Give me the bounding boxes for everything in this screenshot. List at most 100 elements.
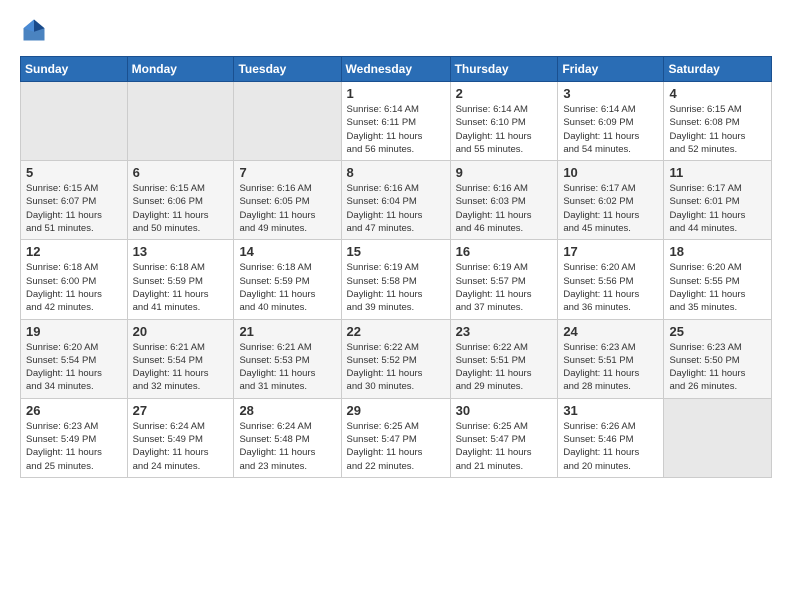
day-cell-30: 30 Sunrise: 6:25 AM Sunset: 5:47 PM Dayli… bbox=[450, 398, 558, 477]
day-number: 25 bbox=[669, 324, 766, 339]
day-cell-27: 27Sunrise: 6:24 AM Sunset: 5:49 PM Dayli… bbox=[127, 398, 234, 477]
day-number: 28 bbox=[239, 403, 335, 418]
day-number: 6 bbox=[133, 165, 229, 180]
day-info: Sunrise: 6:20 AM Sunset: 5:55 PM Dayligh… bbox=[669, 261, 766, 314]
day-number: 19 bbox=[26, 324, 122, 339]
day-number: 4 bbox=[669, 86, 766, 101]
day-cell-16: 16 Sunrise: 6:19 AM Sunset: 5:57 PM Dayli… bbox=[450, 240, 558, 319]
day-info: Sunrise: 6:25 AM Sunset: 5:47 PM Dayligh… bbox=[347, 420, 445, 473]
day-number: 16 bbox=[456, 244, 553, 259]
page: SundayMondayTuesdayWednesdayThursdayFrid… bbox=[0, 0, 792, 612]
day-info: Sunrise: 6:20 AM Sunset: 5:54 PM Dayligh… bbox=[26, 341, 122, 394]
day-number: 7 bbox=[239, 165, 335, 180]
day-info: Sunrise: 6:22 AM Sunset: 5:51 PM Dayligh… bbox=[456, 341, 553, 394]
day-cell-14: 14Sunrise: 6:18 AM Sunset: 5:59 PM Dayli… bbox=[234, 240, 341, 319]
logo-icon bbox=[20, 16, 48, 44]
day-info: Sunrise: 6:14 AM Sunset: 6:11 PM Dayligh… bbox=[347, 103, 445, 156]
weekday-header-row: SundayMondayTuesdayWednesdayThursdayFrid… bbox=[21, 57, 772, 82]
day-cell-6: 6Sunrise: 6:15 AM Sunset: 6:06 PM Daylig… bbox=[127, 161, 234, 240]
day-info: Sunrise: 6:17 AM Sunset: 6:02 PM Dayligh… bbox=[563, 182, 658, 235]
day-info: Sunrise: 6:23 AM Sunset: 5:49 PM Dayligh… bbox=[26, 420, 122, 473]
header bbox=[20, 16, 772, 44]
week-row-3: 12 Sunrise: 6:18 AM Sunset: 6:00 PM Dayli… bbox=[21, 240, 772, 319]
day-info: Sunrise: 6:25 AM Sunset: 5:47 PM Dayligh… bbox=[456, 420, 553, 473]
week-row-4: 19 Sunrise: 6:20 AM Sunset: 5:54 PM Dayli… bbox=[21, 319, 772, 398]
day-number: 8 bbox=[347, 165, 445, 180]
day-number: 17 bbox=[563, 244, 658, 259]
day-info: Sunrise: 6:16 AM Sunset: 6:03 PM Dayligh… bbox=[456, 182, 553, 235]
day-cell-9: 9Sunrise: 6:16 AM Sunset: 6:03 PM Daylig… bbox=[450, 161, 558, 240]
day-cell-18: 18 Sunrise: 6:20 AM Sunset: 5:55 PM Dayli… bbox=[664, 240, 772, 319]
empty-cell bbox=[664, 398, 772, 477]
week-row-2: 5Sunrise: 6:15 AM Sunset: 6:07 PM Daylig… bbox=[21, 161, 772, 240]
day-info: Sunrise: 6:17 AM Sunset: 6:01 PM Dayligh… bbox=[669, 182, 766, 235]
day-cell-8: 8Sunrise: 6:16 AM Sunset: 6:04 PM Daylig… bbox=[341, 161, 450, 240]
day-number: 10 bbox=[563, 165, 658, 180]
day-number: 11 bbox=[669, 165, 766, 180]
day-cell-7: 7 Sunrise: 6:16 AM Sunset: 6:05 PM Daylig… bbox=[234, 161, 341, 240]
week-row-5: 26 Sunrise: 6:23 AM Sunset: 5:49 PM Dayli… bbox=[21, 398, 772, 477]
weekday-header-sunday: Sunday bbox=[21, 57, 128, 82]
day-cell-23: 23 Sunrise: 6:22 AM Sunset: 5:51 PM Dayli… bbox=[450, 319, 558, 398]
day-info: Sunrise: 6:22 AM Sunset: 5:52 PM Dayligh… bbox=[347, 341, 445, 394]
calendar: SundayMondayTuesdayWednesdayThursdayFrid… bbox=[20, 56, 772, 478]
day-number: 18 bbox=[669, 244, 766, 259]
day-number: 2 bbox=[456, 86, 553, 101]
day-cell-26: 26 Sunrise: 6:23 AM Sunset: 5:49 PM Dayli… bbox=[21, 398, 128, 477]
day-info: Sunrise: 6:23 AM Sunset: 5:50 PM Dayligh… bbox=[669, 341, 766, 394]
day-number: 30 bbox=[456, 403, 553, 418]
day-info: Sunrise: 6:24 AM Sunset: 5:49 PM Dayligh… bbox=[133, 420, 229, 473]
day-cell-4: 4 Sunrise: 6:15 AM Sunset: 6:08 PM Daylig… bbox=[664, 82, 772, 161]
day-number: 21 bbox=[239, 324, 335, 339]
day-number: 24 bbox=[563, 324, 658, 339]
day-cell-21: 21 Sunrise: 6:21 AM Sunset: 5:53 PM Dayli… bbox=[234, 319, 341, 398]
day-number: 23 bbox=[456, 324, 553, 339]
day-number: 22 bbox=[347, 324, 445, 339]
weekday-header-thursday: Thursday bbox=[450, 57, 558, 82]
day-info: Sunrise: 6:14 AM Sunset: 6:09 PM Dayligh… bbox=[563, 103, 658, 156]
weekday-header-tuesday: Tuesday bbox=[234, 57, 341, 82]
day-number: 13 bbox=[133, 244, 229, 259]
day-info: Sunrise: 6:21 AM Sunset: 5:53 PM Dayligh… bbox=[239, 341, 335, 394]
day-info: Sunrise: 6:18 AM Sunset: 6:00 PM Dayligh… bbox=[26, 261, 122, 314]
day-info: Sunrise: 6:15 AM Sunset: 6:08 PM Dayligh… bbox=[669, 103, 766, 156]
day-info: Sunrise: 6:26 AM Sunset: 5:46 PM Dayligh… bbox=[563, 420, 658, 473]
day-cell-17: 17 Sunrise: 6:20 AM Sunset: 5:56 PM Dayli… bbox=[558, 240, 664, 319]
weekday-header-saturday: Saturday bbox=[664, 57, 772, 82]
day-cell-5: 5Sunrise: 6:15 AM Sunset: 6:07 PM Daylig… bbox=[21, 161, 128, 240]
day-info: Sunrise: 6:21 AM Sunset: 5:54 PM Dayligh… bbox=[133, 341, 229, 394]
day-cell-15: 15 Sunrise: 6:19 AM Sunset: 5:58 PM Dayli… bbox=[341, 240, 450, 319]
day-cell-12: 12 Sunrise: 6:18 AM Sunset: 6:00 PM Dayli… bbox=[21, 240, 128, 319]
day-cell-29: 29Sunrise: 6:25 AM Sunset: 5:47 PM Dayli… bbox=[341, 398, 450, 477]
week-row-1: 1 Sunrise: 6:14 AM Sunset: 6:11 PM Daylig… bbox=[21, 82, 772, 161]
day-cell-19: 19 Sunrise: 6:20 AM Sunset: 5:54 PM Dayli… bbox=[21, 319, 128, 398]
empty-cell bbox=[127, 82, 234, 161]
empty-cell bbox=[21, 82, 128, 161]
day-cell-20: 20Sunrise: 6:21 AM Sunset: 5:54 PM Dayli… bbox=[127, 319, 234, 398]
day-info: Sunrise: 6:14 AM Sunset: 6:10 PM Dayligh… bbox=[456, 103, 553, 156]
day-number: 12 bbox=[26, 244, 122, 259]
day-cell-25: 25 Sunrise: 6:23 AM Sunset: 5:50 PM Dayli… bbox=[664, 319, 772, 398]
day-number: 5 bbox=[26, 165, 122, 180]
day-info: Sunrise: 6:23 AM Sunset: 5:51 PM Dayligh… bbox=[563, 341, 658, 394]
day-info: Sunrise: 6:19 AM Sunset: 5:58 PM Dayligh… bbox=[347, 261, 445, 314]
day-info: Sunrise: 6:24 AM Sunset: 5:48 PM Dayligh… bbox=[239, 420, 335, 473]
empty-cell bbox=[234, 82, 341, 161]
day-cell-2: 2 Sunrise: 6:14 AM Sunset: 6:10 PM Daylig… bbox=[450, 82, 558, 161]
day-info: Sunrise: 6:19 AM Sunset: 5:57 PM Dayligh… bbox=[456, 261, 553, 314]
day-cell-24: 24 Sunrise: 6:23 AM Sunset: 5:51 PM Dayli… bbox=[558, 319, 664, 398]
day-cell-22: 22 Sunrise: 6:22 AM Sunset: 5:52 PM Dayli… bbox=[341, 319, 450, 398]
day-info: Sunrise: 6:20 AM Sunset: 5:56 PM Dayligh… bbox=[563, 261, 658, 314]
logo-area bbox=[20, 16, 52, 44]
weekday-header-friday: Friday bbox=[558, 57, 664, 82]
day-info: Sunrise: 6:18 AM Sunset: 5:59 PM Dayligh… bbox=[239, 261, 335, 314]
day-cell-28: 28 Sunrise: 6:24 AM Sunset: 5:48 PM Dayli… bbox=[234, 398, 341, 477]
day-number: 15 bbox=[347, 244, 445, 259]
day-cell-31: 31 Sunrise: 6:26 AM Sunset: 5:46 PM Dayli… bbox=[558, 398, 664, 477]
weekday-header-monday: Monday bbox=[127, 57, 234, 82]
day-number: 1 bbox=[347, 86, 445, 101]
day-cell-11: 11 Sunrise: 6:17 AM Sunset: 6:01 PM Dayli… bbox=[664, 161, 772, 240]
day-info: Sunrise: 6:16 AM Sunset: 6:05 PM Dayligh… bbox=[239, 182, 335, 235]
day-number: 31 bbox=[563, 403, 658, 418]
day-number: 26 bbox=[26, 403, 122, 418]
